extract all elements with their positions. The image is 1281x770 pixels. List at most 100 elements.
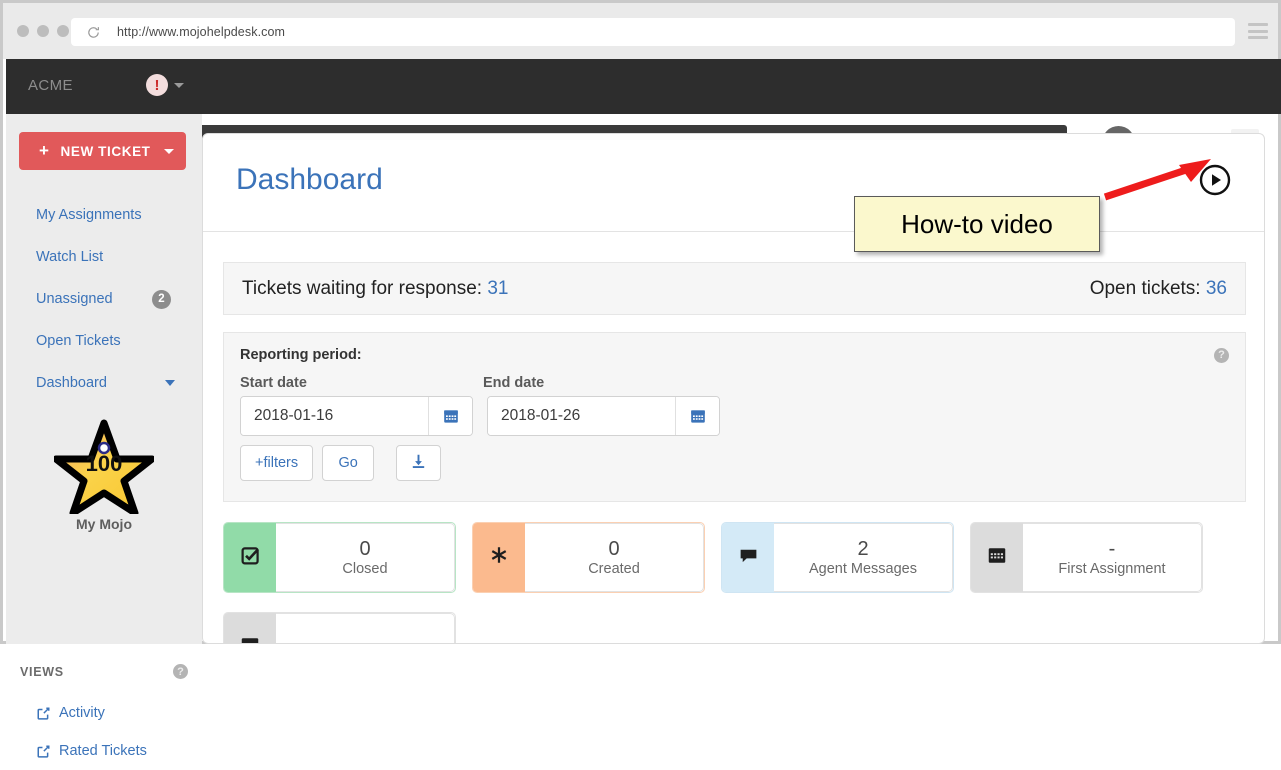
asterisk-icon	[489, 545, 509, 570]
stat-tile	[224, 613, 276, 644]
maximize-window-dot[interactable]	[57, 25, 69, 37]
my-mojo-label: My Mojo	[6, 516, 202, 532]
sidebar-item-label: Dashboard	[36, 375, 107, 391]
calendar-icon	[240, 635, 260, 644]
stat-card-closed[interactable]: 0 Closed	[223, 522, 456, 593]
stat-cards-row-1: 0 Closed 0 Created	[223, 522, 1203, 593]
end-date-calendar-button[interactable]	[675, 397, 719, 435]
mojo-star-icon: 100	[54, 419, 154, 514]
sidebar-item-label: Watch List	[36, 249, 103, 265]
chevron-down-icon	[164, 149, 174, 154]
page-title: Dashboard	[236, 163, 383, 197]
calendar-icon	[987, 545, 1007, 570]
date-labels-row: Start date End date	[240, 375, 1229, 391]
waiting-for-response-stat: Tickets waiting for response: 31	[242, 278, 508, 300]
start-date-label: Start date	[240, 375, 483, 391]
my-mojo-widget[interactable]: 100 My Mojo	[6, 419, 202, 532]
app-header: ACME !	[6, 59, 1281, 114]
help-icon[interactable]: ?	[173, 664, 188, 679]
check-square-icon	[240, 545, 261, 571]
url-text: http://www.mojohelpdesk.com	[117, 25, 285, 39]
external-link-icon	[36, 744, 51, 759]
stat-cards-row-2: -	[223, 612, 456, 644]
sidebar-item-label: Open Tickets	[36, 333, 121, 349]
unassigned-count-badge: 2	[152, 290, 171, 309]
new-ticket-label: NEW TICKET	[61, 144, 151, 159]
close-window-dot[interactable]	[17, 25, 29, 37]
play-circle-icon[interactable]	[1199, 164, 1231, 196]
start-date-calendar-button[interactable]	[428, 397, 472, 435]
stat-card-created[interactable]: 0 Created	[472, 522, 705, 593]
stat-tile	[722, 523, 774, 592]
brand-name: ACME	[28, 77, 73, 94]
view-item-label: Rated Tickets	[59, 743, 147, 759]
end-date-input[interactable]	[488, 397, 675, 435]
views-title: VIEWS	[20, 665, 64, 679]
sidebar-item-label: My Assignments	[36, 207, 142, 223]
date-fields-row	[240, 396, 1229, 436]
view-item-activity[interactable]: Activity	[6, 694, 202, 732]
alert-exclamation-icon[interactable]: !	[146, 74, 168, 96]
end-date-label: End date	[483, 375, 544, 391]
stat-card-first-assignment[interactable]: - First Assignment	[970, 522, 1203, 593]
go-button[interactable]: Go	[322, 445, 374, 481]
stat-label: Agent Messages	[809, 561, 917, 577]
sidebar: + NEW TICKET My Assignments Watch List U…	[6, 114, 202, 644]
stat-tile	[473, 523, 525, 592]
open-tickets-label: Open tickets:	[1090, 278, 1201, 299]
alerts-menu[interactable]: !	[146, 74, 184, 96]
sidebar-item-my-assignments[interactable]: My Assignments	[6, 194, 202, 236]
stat-body: -	[276, 613, 455, 644]
end-date-field[interactable]	[487, 396, 720, 436]
reload-icon[interactable]	[85, 24, 101, 40]
comment-icon	[738, 545, 759, 571]
waiting-for-response-value: 31	[487, 278, 508, 299]
filters-button[interactable]: +filters	[240, 445, 313, 481]
reporting-period-panel: Reporting period: ? Start date End date	[223, 332, 1246, 502]
sidebar-item-watch-list[interactable]: Watch List	[6, 236, 202, 278]
chevron-down-icon[interactable]	[174, 83, 184, 88]
sidebar-nav: My Assignments Watch List Unassigned 2 O…	[6, 194, 202, 404]
stat-value: -	[362, 636, 369, 644]
report-actions-row: +filters Go	[240, 445, 1229, 481]
minimize-window-dot[interactable]	[37, 25, 49, 37]
address-bar[interactable]: http://www.mojohelpdesk.com	[71, 18, 1235, 46]
waiting-for-response-label: Tickets waiting for response:	[242, 278, 482, 299]
views-list: Activity Rated Tickets	[6, 694, 202, 770]
stat-label: First Assignment	[1058, 561, 1165, 577]
stat-card-agent-messages[interactable]: 2 Agent Messages	[721, 522, 954, 593]
stat-label: Created	[588, 561, 640, 577]
reporting-period-title-row: Reporting period: ?	[240, 347, 1229, 363]
start-date-input[interactable]	[241, 397, 428, 435]
hamburger-menu-icon[interactable]	[1248, 23, 1268, 39]
stat-card-partial[interactable]: -	[223, 612, 456, 644]
start-date-field[interactable]	[240, 396, 473, 436]
stat-tile	[971, 523, 1023, 592]
chevron-down-icon[interactable]	[165, 380, 175, 386]
stat-body: 0 Closed	[276, 523, 455, 592]
reporting-period-label: Reporting period:	[240, 347, 362, 363]
stat-value: 0	[359, 538, 370, 561]
views-section-header: VIEWS ?	[20, 664, 188, 679]
dashboard-panel: Dashboard Tickets waiting for response: …	[202, 133, 1265, 644]
window-traffic-lights	[17, 25, 69, 37]
new-ticket-button[interactable]: + NEW TICKET	[19, 132, 186, 170]
external-link-icon	[36, 706, 51, 721]
sidebar-item-unassigned[interactable]: Unassigned 2	[6, 278, 202, 320]
open-tickets-value: 36	[1206, 278, 1227, 299]
stat-body: - First Assignment	[1023, 523, 1202, 592]
stat-value: -	[1109, 538, 1116, 561]
view-item-rated-tickets[interactable]: Rated Tickets	[6, 732, 202, 770]
sidebar-item-open-tickets[interactable]: Open Tickets	[6, 320, 202, 362]
callout-text: How-to video	[901, 209, 1053, 240]
plus-icon: +	[39, 141, 50, 161]
stat-tile	[224, 523, 276, 592]
sidebar-item-dashboard[interactable]: Dashboard	[6, 362, 202, 404]
stat-value: 0	[608, 538, 619, 561]
help-icon[interactable]: ?	[1214, 348, 1229, 363]
sidebar-item-label: Unassigned	[36, 291, 113, 307]
download-button[interactable]	[396, 445, 441, 481]
download-icon	[410, 453, 427, 473]
page-header: Dashboard	[203, 134, 1264, 232]
svg-text:100: 100	[86, 451, 123, 476]
